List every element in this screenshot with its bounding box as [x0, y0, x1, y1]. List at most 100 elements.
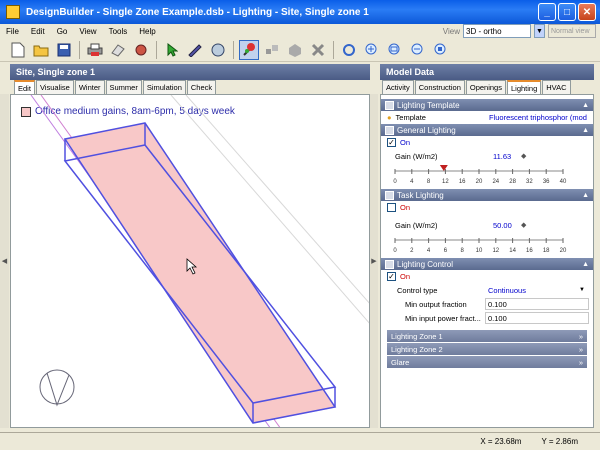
- view-selector: View 3D - ortho ▼ Normal view: [443, 24, 596, 38]
- print-icon[interactable]: [85, 40, 105, 60]
- slider-tick-label: 40: [560, 179, 567, 185]
- slider-tick-label: 28: [509, 179, 516, 185]
- task-lighting-icon: [385, 190, 394, 200]
- tab-lighting[interactable]: Lighting: [506, 80, 542, 94]
- menu-edit[interactable]: Edit: [31, 27, 45, 36]
- zone-floor[interactable]: [64, 122, 336, 424]
- task-slider-track: 0 2 4 6 8 10 12 14 16 18 20: [393, 238, 567, 254]
- task-lighting-section[interactable]: Task Lighting ▲: [381, 189, 593, 201]
- control-on-row: ✓ On: [381, 270, 593, 283]
- left-collapse-handle[interactable]: ◀: [0, 94, 9, 428]
- collapse-icon[interactable]: ▲: [582, 127, 589, 134]
- tab-simulation[interactable]: Simulation: [142, 80, 186, 94]
- task-gain-slider[interactable]: 0 2 4 6 8 10 12 14 16 18 20: [389, 232, 585, 258]
- lighting-zone-2-section[interactable]: Lighting Zone 2 »: [387, 343, 587, 355]
- general-gain-row: Gain (W/m2) 11.63 ◆: [381, 149, 593, 163]
- control-type-select[interactable]: Continuous ▼: [485, 284, 589, 296]
- lighting-tool-icon[interactable]: [239, 39, 259, 60]
- collapse-icon[interactable]: ▲: [582, 192, 589, 199]
- open-folder-icon[interactable]: [31, 40, 51, 60]
- zone-3d-drawing: [30, 95, 369, 427]
- select-arrow-icon[interactable]: [162, 40, 182, 60]
- lighting-control-section[interactable]: Lighting Control ▲: [381, 258, 593, 270]
- menu-go[interactable]: Go: [57, 27, 68, 36]
- tools-icon[interactable]: [131, 40, 151, 60]
- menu-help[interactable]: Help: [139, 27, 155, 36]
- slider-tick-label: 14: [509, 248, 516, 254]
- minimize-button[interactable]: _: [538, 3, 556, 21]
- zoom-window-icon[interactable]: [385, 40, 405, 60]
- control-on-label: On: [400, 272, 411, 281]
- menu-file[interactable]: File: [6, 27, 19, 36]
- template-row: ● Template Fluorescent triphosphor (mod: [387, 113, 587, 122]
- menu-view[interactable]: View: [79, 27, 96, 36]
- status-x: X = 23.68m: [480, 437, 522, 446]
- model-viewport[interactable]: Office medium gains, 8am-6pm, 5 days wee…: [10, 94, 370, 428]
- rotate-view-icon[interactable]: [339, 40, 359, 60]
- chevron-down-icon[interactable]: ▼: [534, 24, 545, 38]
- slider-tick-label: 18: [543, 248, 550, 254]
- tab-winter[interactable]: Winter: [74, 80, 105, 94]
- general-gain-value[interactable]: 11.63: [493, 152, 511, 161]
- model-data-panel: Lighting Template ▲ ● Template Fluoresce…: [380, 94, 594, 428]
- draw-icon[interactable]: [185, 40, 205, 60]
- toolbar: [0, 38, 600, 62]
- eraser-icon[interactable]: [108, 40, 128, 60]
- tab-check[interactable]: Check: [186, 80, 217, 94]
- zoom-in-icon[interactable]: [362, 40, 382, 60]
- slider-tick-label: 2: [410, 248, 414, 254]
- tab-summer[interactable]: Summer: [105, 80, 142, 94]
- slider-tick-label: 0: [393, 248, 397, 254]
- window-title: DesignBuilder - Single Zone Example.dsb …: [26, 6, 369, 18]
- glare-section[interactable]: Glare »: [387, 356, 587, 368]
- new-file-icon[interactable]: [8, 40, 28, 60]
- normal-view-button[interactable]: Normal view: [548, 24, 596, 38]
- block-icon[interactable]: [285, 40, 305, 60]
- menu-tools[interactable]: Tools: [109, 27, 128, 36]
- template-value[interactable]: Fluorescent triphosphor (mod: [489, 113, 587, 122]
- maximize-button[interactable]: □: [558, 3, 576, 21]
- general-on-row: ✓ On: [381, 136, 593, 149]
- slider-thumb[interactable]: [439, 165, 448, 171]
- tab-hvac[interactable]: HVAC: [542, 80, 571, 94]
- spin-icon[interactable]: ◆: [521, 152, 526, 160]
- tab-openings[interactable]: Openings: [465, 80, 506, 94]
- model-data-header: Model Data: [380, 64, 594, 80]
- lighting-template-section[interactable]: Lighting Template ▲: [381, 99, 593, 111]
- min-output-input[interactable]: 0.100: [485, 298, 589, 310]
- min-input-input[interactable]: 0.100: [485, 312, 589, 324]
- site-panel-title: Site, Single zone 1: [16, 67, 96, 77]
- expand-icon[interactable]: »: [579, 332, 583, 341]
- task-on-checkbox[interactable]: [387, 203, 396, 212]
- transform-icon[interactable]: [308, 40, 328, 60]
- component-icon[interactable]: [262, 40, 282, 60]
- collapse-icon[interactable]: ▲: [582, 261, 589, 268]
- view-select[interactable]: 3D - ortho: [463, 24, 531, 38]
- control-on-checkbox[interactable]: ✓: [387, 272, 396, 281]
- expand-icon[interactable]: »: [579, 345, 583, 354]
- general-on-checkbox[interactable]: ✓: [387, 138, 396, 147]
- zoom-extents-icon[interactable]: [431, 40, 451, 60]
- compass-icon[interactable]: [208, 40, 228, 60]
- general-slider-track: 0 4 8 12 16 20 24 28 32 36 40: [393, 165, 567, 185]
- save-icon[interactable]: [54, 40, 74, 60]
- spin-icon[interactable]: ◆: [521, 221, 526, 229]
- chevron-down-icon[interactable]: ▼: [579, 287, 585, 293]
- title-bar: DesignBuilder - Single Zone Example.dsb …: [0, 0, 600, 24]
- close-button[interactable]: ✕: [578, 3, 596, 21]
- north-arrow: [46, 372, 70, 407]
- general-gain-slider[interactable]: 0 4 8 12 16 20 24 28 32 36 40: [389, 163, 585, 189]
- tab-activity[interactable]: Activity: [382, 80, 414, 94]
- slider-tick-label: 12: [442, 179, 449, 185]
- tab-edit[interactable]: Edit: [14, 80, 35, 94]
- expand-icon[interactable]: »: [579, 358, 583, 367]
- tab-construction[interactable]: Construction: [414, 80, 465, 94]
- right-collapse-handle[interactable]: ▶: [370, 94, 378, 428]
- slider-tick-label: 20: [476, 179, 483, 185]
- task-gain-value[interactable]: 50.00: [493, 221, 512, 230]
- zoom-out-icon[interactable]: [408, 40, 428, 60]
- general-lighting-section[interactable]: General Lighting ▲: [381, 124, 593, 136]
- tab-visualise[interactable]: Visualise: [35, 80, 74, 94]
- collapse-icon[interactable]: ▲: [582, 102, 589, 109]
- lighting-zone-1-section[interactable]: Lighting Zone 1 »: [387, 330, 587, 342]
